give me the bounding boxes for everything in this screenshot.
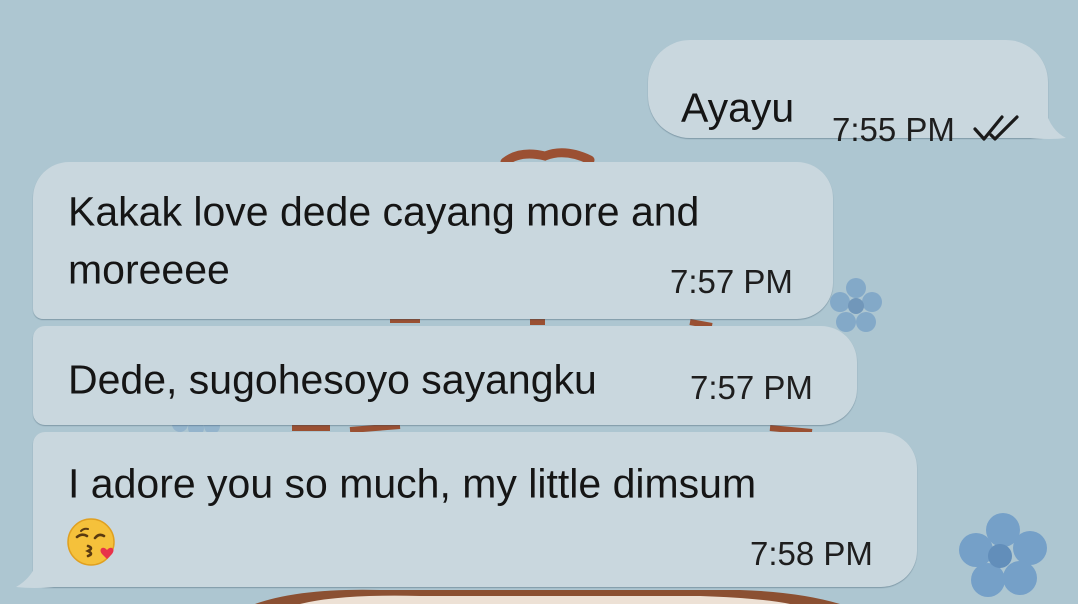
face-blowing-a-kiss-emoji (67, 518, 115, 566)
incoming-message[interactable]: Dede, sugohesoyo sayangku 7:57 PM (33, 326, 857, 425)
message-text-line: Kakak love dede cayang more and (68, 188, 700, 235)
message-text: Dede, sugohesoyo sayangku (68, 356, 597, 403)
incoming-message[interactable]: Kakak love dede cayang more and moreeee … (33, 162, 833, 319)
message-time: 7:58 PM (750, 535, 873, 572)
message-text: Ayayu (681, 84, 795, 131)
double-check-icon (973, 115, 1019, 141)
message-time: 7:55 PM (832, 111, 955, 148)
message-time: 7:57 PM (670, 263, 793, 300)
incoming-bubble-tail (16, 565, 54, 588)
message-text-line: moreeee (68, 246, 230, 293)
chat-thread[interactable]: Ayayu 7:55 PM Kakak love dede cayang mor… (0, 0, 1078, 604)
incoming-message[interactable]: I adore you so much, my little dimsum 7:… (33, 432, 917, 587)
message-time: 7:57 PM (690, 369, 813, 406)
outgoing-bubble-tail (1030, 118, 1066, 139)
message-text-line: I adore you so much, my little dimsum (68, 460, 757, 507)
outgoing-message[interactable]: Ayayu 7:55 PM (648, 40, 1048, 148)
